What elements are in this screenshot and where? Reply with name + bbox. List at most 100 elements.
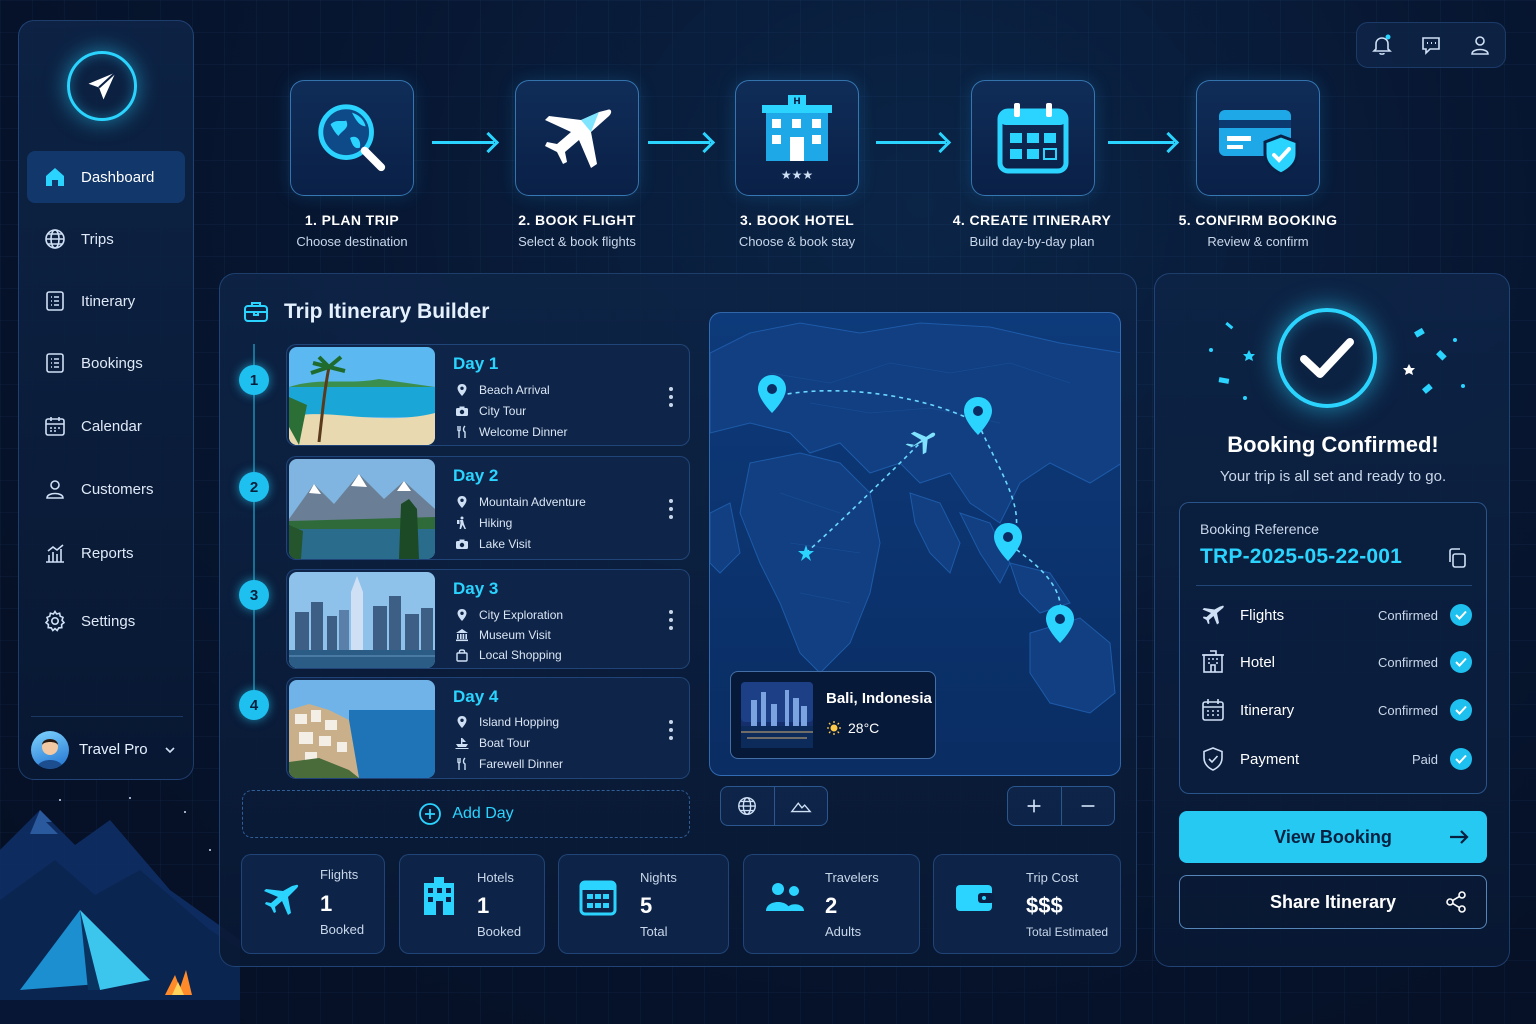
more-options-icon[interactable]	[669, 610, 673, 630]
status-row-payment: Payment Paid	[1200, 744, 1472, 774]
sidebar-item-calendar[interactable]: Calendar	[27, 400, 185, 452]
airplane-icon	[1202, 605, 1224, 625]
airplane-icon	[545, 109, 612, 168]
step-book-hotel[interactable]: H ★★★	[735, 80, 859, 196]
pin-icon	[457, 496, 467, 508]
utensils-icon	[457, 425, 466, 438]
step-title: 3. BOOK HOTEL	[739, 212, 855, 228]
status-row-itinerary: Itinerary Confirmed	[1200, 695, 1472, 725]
step-create-itinerary[interactable]	[971, 80, 1095, 196]
user-menu[interactable]: Travel Pro	[31, 716, 183, 772]
sidebar: Dashboard Trips Itinerary Bookings Calen…	[18, 20, 194, 780]
credit-card-shield-icon	[1219, 110, 1299, 176]
activity-item: Lake Visit	[455, 537, 531, 551]
pin-icon	[457, 609, 467, 621]
itinerary-builder-panel: Trip Itinerary Builder 1 Day 1 Beach Arr…	[219, 273, 1137, 967]
share-icon	[1446, 891, 1466, 913]
stat-card-travelers: Travelers 2 Adults	[743, 854, 920, 954]
step-confirm-booking[interactable]	[1196, 80, 1320, 196]
activity-item: Local Shopping	[455, 648, 562, 662]
user-icon[interactable]	[1468, 33, 1492, 57]
copy-icon[interactable]	[1446, 547, 1468, 569]
calendar-icon	[1202, 699, 1224, 721]
day-card[interactable]: Day 3 City Exploration Museum Visit Loca…	[286, 569, 690, 669]
pin-icon	[457, 384, 467, 396]
stat-card-trip-cost: Trip Cost $$$ Total Estimated	[933, 854, 1121, 954]
activity-item: Hiking	[455, 516, 512, 530]
step-arrow	[1108, 141, 1174, 144]
activity-item: Museum Visit	[455, 628, 551, 642]
hotel-icon	[1202, 650, 1224, 673]
add-day-button[interactable]: Add Day	[242, 790, 690, 838]
step-plan-trip[interactable]	[290, 80, 414, 196]
view-booking-button[interactable]: View Booking	[1179, 811, 1487, 863]
boat-icon	[455, 738, 469, 749]
step-title: 2. BOOK FLIGHT	[518, 212, 636, 228]
sun-icon	[827, 721, 841, 735]
location-card[interactable]: Bali, Indonesia 28°C	[730, 671, 936, 759]
day-card[interactable]: Day 1 Beach Arrival City Tour Welcome Di…	[286, 344, 690, 446]
calendar-icon	[45, 417, 65, 436]
divider	[1196, 585, 1472, 586]
globe-icon	[45, 229, 65, 249]
museum-icon	[456, 629, 468, 642]
step-book-flight[interactable]	[515, 80, 639, 196]
reference-label: Booking Reference	[1200, 521, 1320, 537]
sidebar-item-settings[interactable]: Settings	[27, 595, 185, 647]
arrow-right-icon	[1450, 830, 1469, 844]
zoom-in-button[interactable]	[1008, 787, 1061, 825]
day-card[interactable]: Day 2 Mountain Adventure Hiking Lake Vis…	[286, 456, 690, 560]
globe-icon	[738, 797, 757, 815]
activity-item: Mountain Adventure	[455, 495, 586, 509]
step-subtitle: Build day-by-day plan	[969, 234, 1095, 249]
share-itinerary-button[interactable]: Share Itinerary	[1179, 875, 1487, 929]
shopping-bag-icon	[456, 649, 468, 662]
more-options-icon[interactable]	[669, 499, 673, 519]
city-skyline-photo	[289, 572, 435, 668]
check-icon	[1450, 604, 1472, 626]
location-name: Bali, Indonesia	[826, 690, 932, 707]
calendar-icon	[579, 880, 617, 916]
check-icon	[1450, 651, 1472, 673]
step-title: 5. CONFIRM BOOKING	[1178, 212, 1338, 228]
pin-icon	[457, 716, 467, 728]
activity-item: Beach Arrival	[455, 383, 550, 397]
zoom-out-button[interactable]	[1060, 787, 1115, 825]
sidebar-item-trips[interactable]: Trips	[27, 213, 185, 265]
step-title: 1. PLAN TRIP	[304, 212, 400, 228]
status-row-flights: Flights Confirmed	[1200, 600, 1472, 630]
sidebar-item-label: Calendar	[81, 417, 142, 435]
coastal-town-photo	[289, 680, 435, 778]
sidebar-item-bookings[interactable]: Bookings	[27, 337, 185, 389]
activity-item: Island Hopping	[455, 715, 559, 729]
bell-icon[interactable]	[1370, 33, 1394, 57]
activity-item: Welcome Dinner	[455, 425, 567, 439]
booking-summary: Booking Reference TRP-2025-05-22-001 Fli…	[1179, 502, 1487, 794]
more-options-icon[interactable]	[669, 720, 673, 740]
beach-photo	[289, 347, 435, 445]
chat-icon[interactable]	[1419, 33, 1443, 57]
sidebar-item-label: Settings	[81, 612, 136, 630]
sidebar-item-label: Itinerary	[81, 292, 136, 310]
day-number-badge: 4	[239, 690, 269, 720]
hotel-icon: H ★★★	[762, 95, 832, 182]
airplane-icon	[264, 884, 299, 915]
more-options-icon[interactable]	[669, 387, 673, 407]
stat-card-nights: Nights 5 Total	[558, 854, 729, 954]
plus-circle-icon	[419, 803, 442, 825]
activity-item: Boat Tour	[455, 736, 530, 750]
camera-icon	[456, 539, 468, 549]
route-map[interactable]: Bali, Indonesia 28°C	[709, 312, 1121, 776]
list-icon	[46, 291, 64, 311]
confirmation-title: Booking Confirmed!	[1227, 432, 1439, 457]
sidebar-item-dashboard[interactable]: Dashboard	[27, 151, 185, 203]
sidebar-item-customers[interactable]: Customers	[27, 463, 185, 515]
minus-icon	[1081, 805, 1095, 807]
sidebar-item-reports[interactable]: Reports	[27, 527, 185, 579]
globe-view-button[interactable]	[721, 787, 774, 825]
sidebar-item-label: Bookings	[81, 354, 143, 372]
day-card[interactable]: Day 4 Island Hopping Boat Tour Farewell …	[286, 677, 690, 779]
app-logo[interactable]	[67, 51, 137, 121]
sidebar-item-itinerary[interactable]: Itinerary	[27, 275, 185, 327]
terrain-view-button[interactable]	[773, 787, 828, 825]
